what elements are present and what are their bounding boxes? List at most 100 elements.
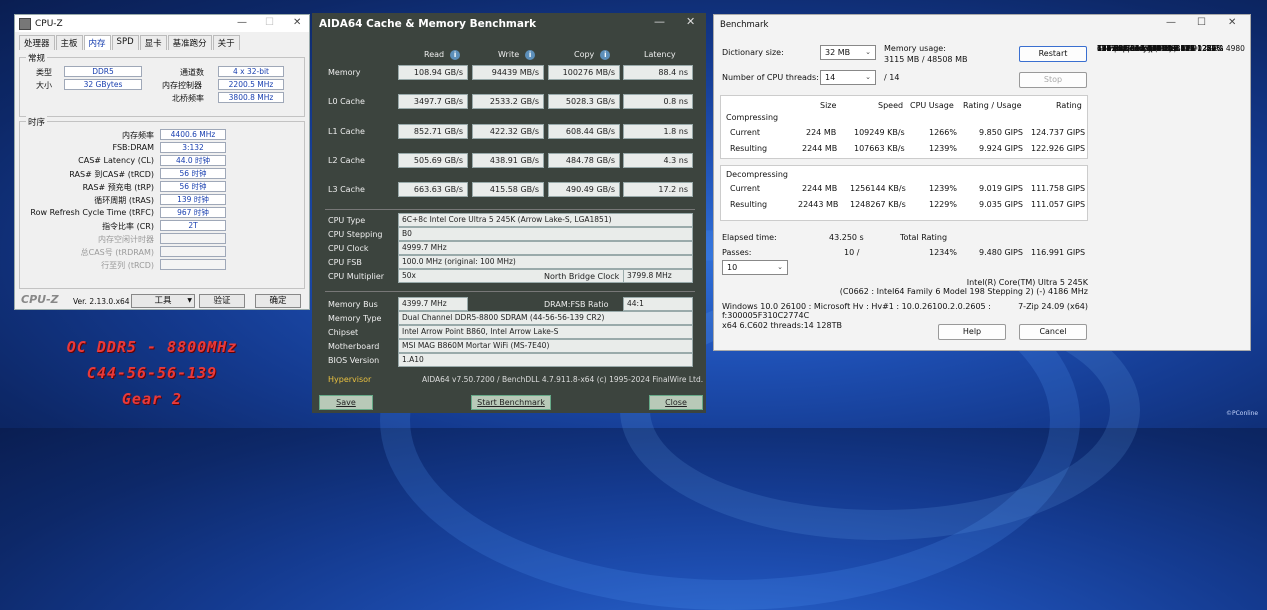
channels-value: 4 x 32-bit — [218, 66, 284, 77]
cancel-button[interactable]: Cancel — [1019, 324, 1087, 340]
result-box: 1.8 ns — [623, 124, 693, 139]
validate-button[interactable]: 验证 — [199, 294, 245, 308]
cpuz-titlebar[interactable]: CPU-Z — ☐ ✕ — [15, 15, 309, 32]
cell: 2244 MB — [802, 184, 838, 193]
minimize-icon[interactable]: — — [1166, 17, 1176, 28]
chevron-down-icon: ⌄ — [865, 73, 871, 81]
threads-max: / 14 — [884, 73, 900, 82]
tab-bench[interactable]: 基准跑分 — [167, 35, 212, 50]
separator — [325, 291, 695, 292]
close-icon[interactable]: ✕ — [1228, 17, 1236, 28]
total-rating-label: Total Rating — [900, 233, 948, 242]
timing-value: 967 时钟 — [160, 207, 226, 218]
start-benchmark-button[interactable]: Start Benchmark — [471, 395, 551, 410]
overlay-line-gear: Gear 2 — [121, 390, 183, 408]
info-icon[interactable]: i — [450, 50, 461, 60]
nb-clock-label: North Bridge Clock — [544, 272, 620, 281]
row-memory-label: Memory — [328, 68, 361, 77]
minimize-icon[interactable]: — — [237, 17, 247, 28]
col-read: Read i — [424, 50, 461, 60]
cell: 1239% — [929, 184, 957, 193]
timing-label-disabled: 内存空闲计时器 — [98, 235, 154, 244]
tab-memory[interactable]: 内存 — [83, 35, 111, 50]
cpu-clock-value: 4999.7 MHz — [398, 241, 693, 255]
cell: 9.924 GIPS — [979, 144, 1023, 153]
memory-type-label: Memory Type — [328, 314, 382, 323]
close-icon[interactable]: ✕ — [686, 15, 695, 28]
col-copy: Copy i — [574, 50, 611, 60]
cpuz-tabs: 处理器 主板 内存 SPD 显卡 基准跑分 关于 — [19, 35, 241, 50]
close-button[interactable]: Close — [649, 395, 703, 410]
timing-label: Row Refresh Cycle Time (tRFC) — [30, 208, 154, 217]
tools-label: 工具 — [154, 296, 172, 306]
timing-value: 56 时钟 — [160, 168, 226, 179]
tab-mainboard[interactable]: 主板 — [55, 35, 83, 50]
total-rating-usage: 9.480 GIPS — [979, 248, 1023, 257]
dram-ratio-value: 44:1 — [623, 297, 693, 311]
timing-value-empty — [160, 246, 226, 257]
result-box: 663.63 GB/s — [398, 182, 468, 197]
tab-about[interactable]: 关于 — [212, 35, 240, 50]
tab-spd[interactable]: SPD — [111, 35, 139, 50]
ok-button[interactable]: 确定 — [255, 294, 301, 308]
hypervisor-link[interactable]: Hypervisor — [328, 375, 371, 384]
result-box: 608.44 GB/s — [548, 124, 620, 139]
motherboard-value: MSI MAG B860M Mortar WiFi (MS-7E40) — [398, 339, 693, 353]
separator — [325, 209, 695, 210]
result-box: 5028.3 GB/s — [548, 94, 620, 109]
timing-label: 指令比率 (CR) — [102, 222, 154, 231]
cpuz-version: Ver. 2.13.0.x64 — [73, 297, 130, 306]
maximize-icon: ☐ — [265, 17, 274, 28]
cell: 9.850 GIPS — [979, 128, 1023, 137]
timing-value-empty — [160, 259, 226, 270]
bench-title: Benchmark — [720, 20, 769, 30]
threads-select[interactable]: 14 ⌄ — [820, 70, 876, 85]
passes-label: Passes: — [722, 248, 752, 257]
save-button[interactable]: Save — [319, 395, 373, 410]
help-button[interactable]: Help — [938, 324, 1006, 340]
benchmark-window: Benchmark — ☐ ✕ Dictionary size: 32 MB ⌄ … — [713, 14, 1251, 351]
memory-bus-value: 4399.7 MHz — [398, 297, 468, 311]
result-box: 422.32 GB/s — [472, 124, 544, 139]
tab-graphics[interactable]: 显卡 — [139, 35, 167, 50]
result-box: 484.78 GB/s — [548, 153, 620, 168]
col-speed: Speed — [878, 101, 904, 110]
compressing-label: Compressing — [726, 113, 779, 122]
result-box: 852.71 GB/s — [398, 124, 468, 139]
cpu-fsb-label: CPU FSB — [328, 258, 362, 267]
result-box: 438.91 GB/s — [472, 153, 544, 168]
cell: 109249 KB/s — [854, 128, 905, 137]
result-box: 88.4 ns — [623, 65, 693, 80]
overclock-overlay: OC DDR5 - 8800MHz C44-56-56-139 Gear 2 — [22, 334, 282, 412]
tools-button[interactable]: 工具 ▼ — [131, 294, 195, 308]
minimize-icon[interactable]: — — [654, 15, 665, 28]
chipset-label: Chipset — [328, 328, 359, 337]
info-icon[interactable]: i — [525, 50, 536, 60]
cell: 1229% — [929, 200, 957, 209]
tab-cpu[interactable]: 处理器 — [19, 35, 55, 50]
overlay-line-timings: C44-56-56-139 — [86, 364, 218, 382]
bios-label: BIOS Version — [328, 356, 380, 365]
col-rating-usage: Rating / Usage — [963, 101, 1022, 110]
result-box: 108.94 GB/s — [398, 65, 468, 80]
cell: 224 MB — [806, 128, 837, 137]
cpu-stepping-value: B0 — [398, 227, 693, 241]
cell: 22443 MB — [798, 200, 839, 209]
result-box: 505.69 GB/s — [398, 153, 468, 168]
close-icon[interactable]: ✕ — [293, 17, 301, 28]
cpuz-window: CPU-Z — ☐ ✕ 处理器 主板 内存 SPD 显卡 基准跑分 关于 常规 … — [14, 14, 310, 310]
motherboard-label: Motherboard — [328, 342, 380, 351]
cell: 1239% — [929, 144, 957, 153]
cell: 9.019 GIPS — [979, 184, 1023, 193]
memory-bus-label: Memory Bus — [328, 300, 378, 309]
cpu-fsb-value: 100.0 MHz (original: 100 MHz) — [398, 255, 693, 269]
aida-title: AIDA64 Cache & Memory Benchmark — [319, 18, 537, 30]
zip-version: 7-Zip 24.09 (x64) — [1018, 302, 1088, 311]
passes-select[interactable]: 10 ⌄ — [722, 260, 788, 275]
info-icon[interactable]: i — [600, 50, 611, 60]
dictionary-select[interactable]: 32 MB ⌄ — [820, 45, 876, 60]
result-box: 3497.7 GB/s — [398, 94, 468, 109]
maximize-icon[interactable]: ☐ — [1197, 17, 1206, 28]
nb-value: 3800.8 MHz — [218, 92, 284, 103]
restart-button[interactable]: Restart — [1019, 46, 1087, 62]
